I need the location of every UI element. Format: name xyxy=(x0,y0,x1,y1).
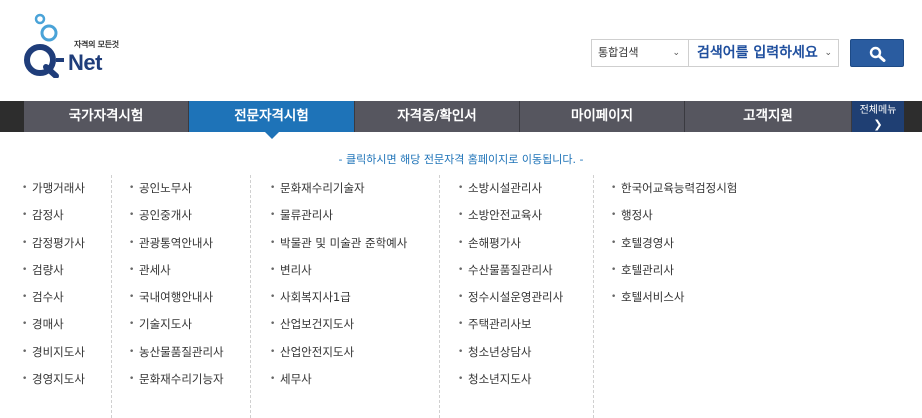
exam-link[interactable]: 기술지도사 xyxy=(129,311,250,339)
exam-link[interactable]: 세무사 xyxy=(270,366,439,394)
exam-link[interactable]: 문화재수리기능자 xyxy=(129,366,250,394)
exam-link[interactable]: 검수사 xyxy=(22,284,111,312)
all-menu-label: 전체메뉴 xyxy=(859,105,897,116)
exam-link[interactable]: 문화재수리기술자 xyxy=(270,175,439,203)
exam-link[interactable]: 청소년지도사 xyxy=(458,366,593,394)
exam-link[interactable]: 감정평가사 xyxy=(22,230,111,258)
exam-link[interactable]: 수산물품질관리사 xyxy=(458,257,593,285)
exam-link[interactable]: 한국어교육능력검정시험 xyxy=(611,175,791,203)
nav-item-certificate[interactable]: 자격증/확인서 xyxy=(355,101,520,132)
exam-link[interactable]: 국내여행안내사 xyxy=(129,284,250,312)
exam-link[interactable]: 물류관리사 xyxy=(270,202,439,230)
exam-link[interactable]: 사회복지사1급 xyxy=(270,284,439,312)
exam-link[interactable]: 정수시설운영관리사 xyxy=(458,284,593,312)
exam-column-4: 소방시설관리사 소방안전교육사 손해평가사 수산물품질관리사 정수시설운영관리사… xyxy=(458,175,594,418)
q-net-logo[interactable]: 자격의 모든것 Net xyxy=(22,12,132,78)
exam-link[interactable]: 공인노무사 xyxy=(129,175,250,203)
exam-link[interactable]: 검량사 xyxy=(22,257,111,285)
exam-link[interactable]: 관세사 xyxy=(129,257,250,285)
exam-link[interactable]: 박물관 및 미술관 준학예사 xyxy=(270,230,439,258)
main-nav: 국가자격시험 전문자격시험 자격증/확인서 마이페이지 고객지원 xyxy=(0,101,922,139)
exam-link[interactable]: 관광통역안내사 xyxy=(129,230,250,258)
exam-link[interactable]: 농산물품질관리사 xyxy=(129,339,250,367)
logo-brand: Net xyxy=(68,50,102,75)
exam-link[interactable]: 호텔서비스사 xyxy=(611,284,791,312)
exam-link[interactable]: 호텔관리사 xyxy=(611,257,791,285)
exam-link[interactable]: 가맹거래사 xyxy=(22,175,111,203)
exam-link[interactable]: 청소년상담사 xyxy=(458,339,593,367)
exam-link[interactable]: 공인중개사 xyxy=(129,202,250,230)
search-button[interactable] xyxy=(850,39,904,67)
search-input[interactable]: 검색어를 입력하세요 ⌄ xyxy=(689,39,839,67)
exam-link[interactable]: 감정사 xyxy=(22,202,111,230)
exam-link[interactable]: 주택관리사보 xyxy=(458,311,593,339)
exam-link[interactable]: 손해평가사 xyxy=(458,230,593,258)
exam-link[interactable]: 경비지도사 xyxy=(22,339,111,367)
exam-link[interactable]: 경매사 xyxy=(22,311,111,339)
logo-slogan: 자격의 모든것 xyxy=(74,40,119,49)
exam-link[interactable]: 소방안전교육사 xyxy=(458,202,593,230)
nav-item-mypage[interactable]: 마이페이지 xyxy=(520,101,685,132)
exam-column-5: 한국어교육능력검정시험 행정사 호텔경영사 호텔관리사 호텔서비스사 xyxy=(611,175,791,418)
exam-column-2: 공인노무사 공인중개사 관광통역안내사 관세사 국내여행안내사 기술지도사 농산… xyxy=(129,175,251,418)
nav-item-support[interactable]: 고객지원 xyxy=(685,101,852,132)
exam-link[interactable]: 산업안전지도사 xyxy=(270,339,439,367)
exam-link[interactable]: 소방시설관리사 xyxy=(458,175,593,203)
search-icon xyxy=(869,46,886,62)
exam-link[interactable]: 산업보건지도사 xyxy=(270,311,439,339)
exam-link[interactable]: 변리사 xyxy=(270,257,439,285)
search-scope-value: 통합검색 xyxy=(598,46,639,59)
nav-item-national-exam[interactable]: 국가자격시험 xyxy=(24,101,189,132)
exam-column-3: 문화재수리기술자 물류관리사 박물관 및 미술관 준학예사 변리사 사회복지사1… xyxy=(270,175,440,418)
exam-link[interactable]: 경영지도사 xyxy=(22,366,111,394)
chevron-down-icon: ⌄ xyxy=(672,48,680,58)
chevron-down-icon: ❯ xyxy=(873,118,883,131)
search-scope-select[interactable]: 통합검색 ⌄ xyxy=(591,39,689,67)
nav-item-professional-exam[interactable]: 전문자격시험 xyxy=(189,101,355,139)
exam-column-1: 가맹거래사 감정사 감정평가사 검량사 검수사 경매사 경비지도사 경영지도사 xyxy=(22,175,112,418)
chevron-down-icon: ⌄ xyxy=(824,48,832,58)
notice-text: - 클릭하시면 해당 전문자격 홈페이지로 이동됩니다. - xyxy=(338,153,584,166)
exam-link[interactable]: 호텔경영사 xyxy=(611,230,791,258)
search-placeholder: 검색어를 입력하세요 xyxy=(697,45,818,61)
q-net-logo-icon xyxy=(24,13,64,78)
exam-link[interactable]: 행정사 xyxy=(611,202,791,230)
all-menu-button[interactable]: 전체메뉴 ❯ xyxy=(852,101,904,132)
